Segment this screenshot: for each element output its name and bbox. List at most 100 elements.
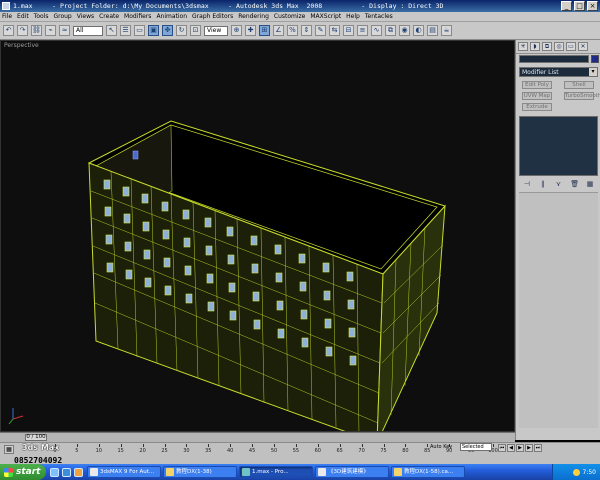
bind-spacewarp-icon[interactable]: ≈ bbox=[59, 25, 70, 36]
ruler-tick bbox=[427, 444, 429, 447]
modifier-stack[interactable] bbox=[519, 116, 598, 176]
folder-icon bbox=[394, 468, 402, 476]
link-icon[interactable]: ⛓ bbox=[31, 25, 42, 36]
percent-snap-icon[interactable]: % bbox=[287, 25, 298, 36]
modify-tab-icon[interactable]: ◗ bbox=[530, 42, 540, 51]
object-name-field[interactable] bbox=[519, 55, 589, 63]
remove-modifier-icon[interactable]: 🗑 bbox=[570, 180, 579, 188]
taskbar-item[interactable]: 教程DX(1-38) bbox=[163, 466, 237, 478]
open-mini-curve-editor-icon[interactable]: ▦ bbox=[4, 445, 14, 454]
browser-icon[interactable] bbox=[62, 467, 71, 477]
menu-customize[interactable]: Customize bbox=[274, 13, 306, 20]
ref-coord-dropdown[interactable]: View bbox=[204, 25, 228, 36]
menu-animation[interactable]: Animation bbox=[156, 13, 187, 20]
align-icon[interactable]: ⊟ bbox=[343, 25, 354, 36]
ruler-tick bbox=[186, 444, 188, 447]
configure-sets-icon[interactable]: ▦ bbox=[586, 180, 594, 188]
taskbar-item[interactable]: 3dsMAX 9 For Aut... bbox=[87, 466, 161, 478]
pivot-center-icon[interactable]: ⊕ bbox=[231, 25, 242, 36]
taskbar-item-label: 教程DX(1-58).ca... bbox=[404, 469, 454, 475]
hierarchy-tab-icon[interactable]: ⧉ bbox=[542, 42, 552, 51]
modifier-button-2[interactable]: Shell bbox=[564, 81, 594, 89]
tray-icon[interactable] bbox=[572, 468, 580, 476]
undo-icon[interactable]: ↶ bbox=[3, 25, 14, 36]
menu-group[interactable]: Group bbox=[53, 13, 71, 20]
maximize-button[interactable]: □ bbox=[574, 1, 585, 11]
rect-selection-icon[interactable]: ▭ bbox=[134, 25, 145, 36]
prev-frame-icon[interactable]: ◀ bbox=[507, 444, 515, 452]
menu-maxscript[interactable]: MAXScript bbox=[310, 13, 341, 20]
parameters-rollout bbox=[519, 192, 598, 428]
angle-snap-icon[interactable]: ∠ bbox=[273, 25, 284, 36]
modifier-button-1[interactable]: Edit Poly bbox=[522, 81, 552, 89]
schematic-view-icon[interactable]: ⧉ bbox=[385, 25, 396, 36]
select-object-icon[interactable]: ↖ bbox=[106, 25, 117, 36]
building-wireframe[interactable] bbox=[1, 41, 515, 432]
taskbar-item-active[interactable]: 1.max - Pro... bbox=[239, 466, 313, 478]
close-button[interactable]: × bbox=[587, 1, 598, 11]
menu-modifiers[interactable]: Modifiers bbox=[124, 13, 151, 20]
auto-key-selection-dropdown[interactable]: Selected bbox=[460, 443, 492, 451]
menu-edit[interactable]: Edit bbox=[17, 13, 29, 20]
chevron-down-icon[interactable]: ▾ bbox=[589, 68, 597, 76]
unlink-icon[interactable]: ⌁ bbox=[45, 25, 56, 36]
redo-icon[interactable]: ↷ bbox=[17, 25, 28, 36]
track-bar[interactable]: ▦ 3ds Max 0 5 10 15 20 25 30 35 40 45 50 55 60 65 70 75… bbox=[0, 442, 600, 456]
pin-stack-icon[interactable]: ⊣ bbox=[523, 180, 531, 188]
create-tab-icon[interactable]: ✳ bbox=[518, 42, 528, 51]
taskbar-item-label: 教程DX(1-38) bbox=[176, 469, 212, 475]
ruler-tick bbox=[208, 444, 210, 447]
modifier-list-dropdown[interactable]: Modifier List ▾ bbox=[519, 67, 598, 77]
show-desktop-icon[interactable] bbox=[50, 467, 59, 477]
render-frame-icon[interactable]: ▤ bbox=[427, 25, 438, 36]
menu-views[interactable]: Views bbox=[77, 13, 94, 20]
time-slider-thumb[interactable]: 0 / 100 bbox=[25, 434, 47, 441]
layer-manager-icon[interactable]: ≡ bbox=[357, 25, 368, 36]
play-icon[interactable]: ▶ bbox=[516, 444, 524, 452]
selection-filter-dropdown[interactable]: All bbox=[73, 25, 103, 36]
modifier-button-4[interactable]: TurboSmooth bbox=[564, 92, 600, 100]
time-slider[interactable]: 0 / 100 bbox=[0, 432, 515, 442]
display-tab-icon[interactable]: ▭ bbox=[566, 42, 576, 51]
spinner-snap-icon[interactable]: ⇕ bbox=[301, 25, 312, 36]
taskbar-item[interactable]: 教程DX(1-58).ca... bbox=[391, 466, 465, 478]
next-frame-icon[interactable]: ▶ bbox=[525, 444, 533, 452]
go-to-end-icon[interactable]: ⏭ bbox=[534, 444, 542, 452]
make-unique-icon[interactable]: ⋎ bbox=[554, 180, 562, 188]
mirror-icon[interactable]: ⇆ bbox=[329, 25, 340, 36]
material-editor-icon[interactable]: ◉ bbox=[399, 25, 410, 36]
minimize-button[interactable]: _ bbox=[561, 1, 572, 11]
modifier-button-3[interactable]: UVW Map bbox=[522, 92, 552, 100]
go-to-start-icon[interactable]: ⏮ bbox=[498, 444, 506, 452]
menu-rendering[interactable]: Rendering bbox=[238, 13, 269, 20]
app-icon[interactable] bbox=[2, 2, 10, 10]
menu-graph-editors[interactable]: Graph Editors bbox=[192, 13, 233, 20]
ruler-tick bbox=[252, 444, 254, 447]
modifier-button-5[interactable]: Extrude bbox=[522, 103, 552, 111]
menu-tools[interactable]: Tools bbox=[34, 13, 49, 20]
object-color-swatch[interactable] bbox=[591, 55, 599, 63]
menu-tentacles[interactable]: Tentacles bbox=[365, 13, 393, 20]
perspective-viewport[interactable]: Perspective bbox=[0, 40, 515, 432]
select-by-name-icon[interactable]: ☰ bbox=[120, 25, 131, 36]
motion-tab-icon[interactable]: ◎ bbox=[554, 42, 564, 51]
render-setup-icon[interactable]: ◐ bbox=[413, 25, 424, 36]
media-icon[interactable] bbox=[74, 467, 83, 477]
quick-render-icon[interactable]: ☕ bbox=[441, 25, 452, 36]
select-rotate-icon[interactable]: ↻ bbox=[176, 25, 187, 36]
menu-create[interactable]: Create bbox=[99, 13, 119, 20]
snap-toggle-icon[interactable]: ⊞ bbox=[259, 25, 270, 36]
start-button[interactable]: start bbox=[0, 464, 46, 480]
utilities-tab-icon[interactable]: ✕ bbox=[578, 42, 588, 51]
show-end-result-icon[interactable]: ∥ bbox=[539, 180, 547, 188]
auto-key-label[interactable]: Auto Key bbox=[430, 444, 452, 450]
select-scale-icon[interactable]: ⊡ bbox=[190, 25, 201, 36]
window-crossing-icon[interactable]: ▣ bbox=[148, 25, 159, 36]
named-selection-icon[interactable]: ✎ bbox=[315, 25, 326, 36]
menu-help[interactable]: Help bbox=[346, 13, 360, 20]
taskbar-item[interactable]: 《3D建筑建模》 bbox=[315, 466, 389, 478]
menu-file[interactable]: File bbox=[2, 13, 12, 20]
curve-editor-icon[interactable]: ∿ bbox=[371, 25, 382, 36]
manipulate-icon[interactable]: ✚ bbox=[245, 25, 256, 36]
select-move-icon[interactable]: ✥ bbox=[162, 25, 173, 36]
